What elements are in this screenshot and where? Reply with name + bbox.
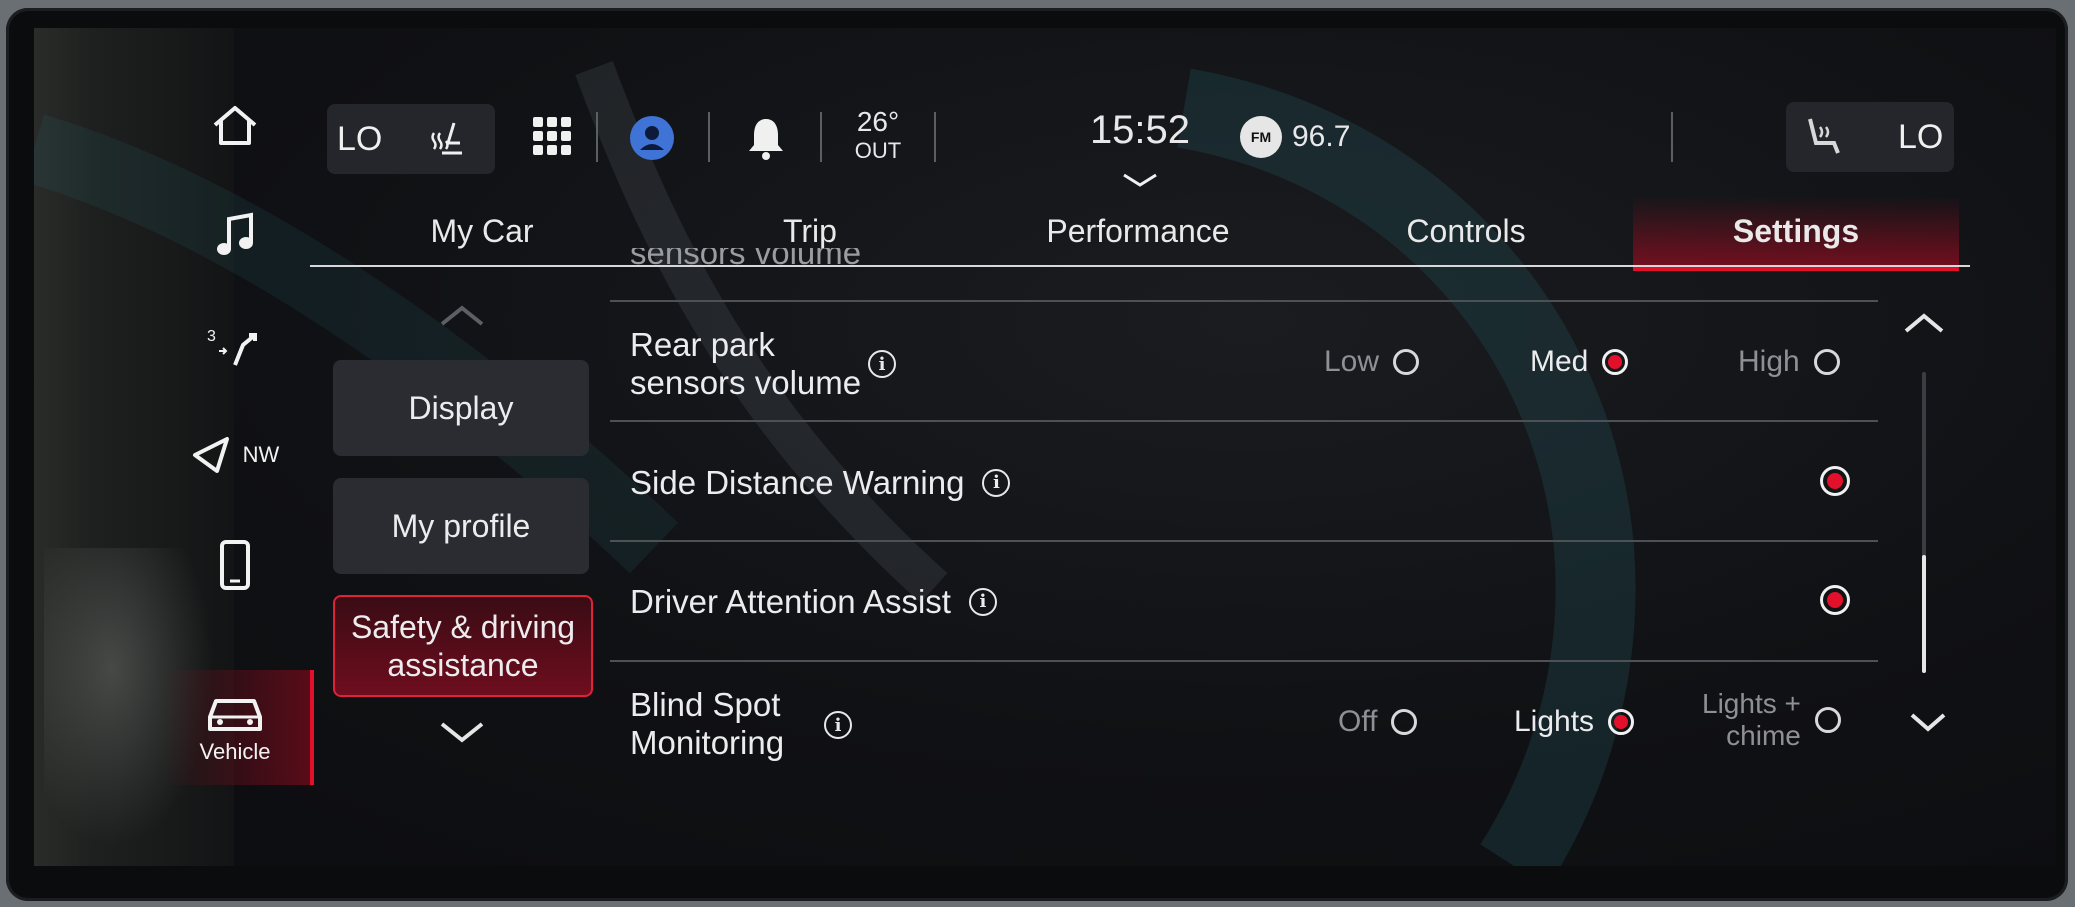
nav-home[interactable] [160,70,310,180]
tab-performance[interactable]: Performance [988,196,1288,266]
notifications-button[interactable] [745,114,787,162]
side-distance-toggle[interactable] [1820,466,1850,496]
list-scroll-up[interactable] [1900,308,1948,338]
list-scroll-down[interactable] [1906,708,1950,736]
outside-temp-value: 26° [856,106,900,137]
music-icon [217,212,253,255]
navigation-icon [192,437,229,473]
home-icon [213,106,257,145]
option-lights[interactable]: Lights [1514,705,1635,739]
driver-attention-assist-label: Driver Attention Assist i [630,583,997,621]
chevron-up-icon [440,305,484,326]
radio-frequency: 96.7 [1292,120,1351,153]
row-divider [610,660,1878,662]
category-label: Safety & driving assistance [350,608,576,683]
tab-label: Performance [1046,212,1230,249]
tab-settings[interactable]: Settings [1633,196,1959,271]
outside-temp-label: OUT [854,138,902,163]
info-icon[interactable]: i [968,587,997,616]
profile-button[interactable] [628,114,676,162]
phone-icon [220,540,250,590]
apps-grid-button[interactable] [530,114,574,158]
category-label: My profile [391,507,531,544]
nav-vehicle-label: Vehicle [199,738,271,764]
left-climate-temp[interactable]: LO [327,104,495,174]
right-temp-value: LO [1898,117,1944,156]
left-temp-value: LO [337,119,383,158]
category-label: Display [408,389,514,426]
nav-turn-by-turn[interactable]: 3 [160,290,310,400]
clock-time: 15:52 [1089,108,1191,152]
radio-button-selected [1602,349,1629,375]
nav-navigation[interactable]: NW [160,400,310,510]
option-high[interactable]: High [1738,345,1840,379]
status-divider [1671,112,1673,162]
tab-controls[interactable]: Controls [1316,196,1616,266]
nav-media[interactable] [160,180,310,290]
tab-label: Settings [1732,212,1860,249]
chevron-down-icon [440,722,484,743]
status-divider [708,112,710,162]
category-display[interactable]: Display [333,360,589,456]
car-icon [208,698,262,731]
row-divider [610,420,1878,422]
chevron-down-icon [1123,173,1157,187]
driver-attention-toggle[interactable] [1820,585,1850,615]
rear-park-sensors-label: Rear park sensors volume [630,326,862,401]
blind-spot-monitoring-label: Blind Spot Monitoring [630,686,785,761]
tab-label: Controls [1406,212,1526,249]
info-icon[interactable]: i [868,350,896,378]
category-safety-driving[interactable]: Safety & driving assistance [333,595,593,697]
radio-button-selected [1608,709,1635,735]
seat-icon [1808,118,1840,154]
side-distance-warning-label: Side Distance Warning i [630,464,1011,502]
fm-band-badge: FM [1240,116,1282,158]
left-nav-rail: 3 NW Vehicle [160,70,314,790]
row-divider [610,540,1878,542]
chevron-down-icon [1910,713,1946,732]
grid-icon [533,117,571,155]
partial-row-label: sensors volume [630,248,862,271]
nav-phone[interactable] [160,510,310,620]
tab-label: My Car [430,212,534,249]
chevron-up-icon [1904,313,1944,333]
nav-vehicle[interactable]: Vehicle [160,670,314,785]
option-low[interactable]: Low [1324,345,1420,379]
category-my-profile[interactable]: My profile [333,478,589,574]
row-divider [610,300,1878,302]
bell-icon [749,119,783,160]
heated-seat-icon [431,122,463,155]
tab-my-car[interactable]: My Car [332,196,632,266]
status-divider [596,112,598,162]
option-lights-chime[interactable]: Lights + chime [1702,688,1841,752]
turn-indicator: 3 [205,323,265,367]
outside-temperature: 26° OUT [848,108,908,162]
option-off[interactable]: Off [1338,705,1418,739]
option-med[interactable]: Med [1530,345,1629,379]
tab-underline [310,265,1970,267]
radio-button [1813,349,1840,375]
category-scroll-up[interactable] [436,300,488,330]
heading-label: NW [242,442,280,467]
clock[interactable]: 15:52 [1085,108,1195,198]
radio-station[interactable]: FM 96.7 [1240,116,1350,158]
info-icon[interactable]: i [982,468,1011,497]
profile-avatar-icon [630,116,674,160]
turn-count: 3 [207,328,216,345]
category-scroll-down[interactable] [436,716,488,748]
info-icon[interactable]: i [824,711,852,739]
tab-label: Trip [783,212,837,249]
right-climate-temp[interactable]: LO [1786,102,1954,172]
radio-button [1814,707,1841,734]
status-divider [820,112,822,162]
radio-button [1391,709,1418,735]
display-bezel [6,8,2068,901]
status-divider [934,112,936,162]
radio-button [1393,349,1420,375]
scrollbar-thumb[interactable] [1922,555,1926,673]
turn-icon: 3 [207,328,257,366]
